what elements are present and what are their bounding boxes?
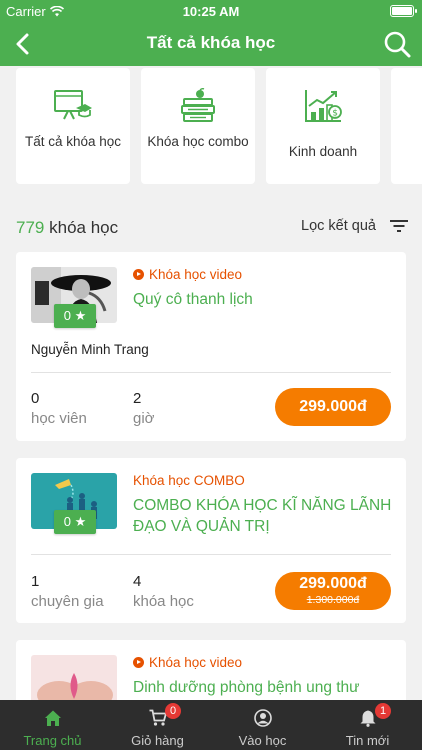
course-stat-students: 0 học viên bbox=[31, 389, 87, 429]
category-label: Khóa học combo bbox=[147, 134, 249, 149]
book-stack-icon bbox=[181, 88, 215, 122]
results-summary: 779 khóa học Lọc kết quả bbox=[16, 216, 408, 240]
category-all-courses[interactable]: Tất cả khóa học bbox=[16, 68, 130, 184]
tab-label: Trang chủ bbox=[23, 733, 82, 748]
filter-label: Lọc kết quả bbox=[301, 218, 376, 234]
category-more[interactable] bbox=[391, 68, 422, 184]
svg-text:$: $ bbox=[332, 109, 338, 119]
category-label: Kinh doanh bbox=[288, 144, 358, 159]
rating-value: 0 bbox=[63, 308, 71, 323]
app-header: Carrier 10:25 AM Tất cả khóa học bbox=[0, 0, 422, 66]
home-icon bbox=[45, 710, 61, 726]
presentation-board-icon bbox=[54, 90, 92, 120]
course-type: Khóa học video bbox=[133, 655, 242, 670]
tab-home[interactable]: Trang chủ bbox=[0, 700, 105, 750]
star-icon: ★ bbox=[74, 514, 87, 529]
course-author: Nguyễn Minh Trang bbox=[31, 342, 149, 357]
stat-label: học viên bbox=[31, 410, 87, 427]
play-icon bbox=[133, 269, 144, 280]
course-count-number: 779 bbox=[16, 218, 45, 237]
course-title[interactable]: Dinh dưỡng phòng bệnh ung thư bbox=[133, 677, 396, 698]
filter-button[interactable]: Lọc kết quả bbox=[301, 218, 408, 234]
stat-value: 4 bbox=[133, 573, 142, 590]
status-time: 10:25 AM bbox=[182, 4, 240, 19]
stat-label: khóa học bbox=[133, 593, 194, 610]
course-title[interactable]: Quý cô thanh lịch bbox=[133, 289, 396, 310]
cart-badge: 0 bbox=[165, 703, 181, 719]
course-count-label: khóa học bbox=[49, 218, 119, 237]
category-label: Tất cả khóa học bbox=[24, 134, 122, 149]
tab-label: Giỏ hàng bbox=[131, 733, 184, 748]
course-type-label: Khóa học COMBO bbox=[133, 473, 245, 488]
stat-label: chuyên gia bbox=[31, 593, 104, 610]
course-type: Khóa học video bbox=[133, 267, 242, 282]
old-price: 1.300.000đ bbox=[306, 594, 360, 606]
growth-chart-icon: $ bbox=[305, 90, 342, 122]
news-badge: 1 bbox=[375, 703, 391, 719]
course-stat-experts: 1 chuyên gia bbox=[31, 572, 104, 612]
play-icon bbox=[133, 657, 144, 668]
course-type: Khóa học COMBO bbox=[133, 473, 245, 488]
rating-badge: 0 ★ bbox=[54, 304, 96, 328]
stat-value: 1 bbox=[31, 573, 40, 590]
battery-icon bbox=[390, 5, 417, 17]
divider bbox=[31, 554, 391, 555]
tab-label: Vào học bbox=[238, 733, 287, 748]
course-stat-courses: 4 khóa học bbox=[133, 572, 194, 612]
price-button[interactable]: 299.000đ 1.300.000đ bbox=[275, 572, 391, 610]
course-stat-hours: 2 giờ bbox=[133, 389, 155, 429]
star-icon: ★ bbox=[74, 308, 87, 323]
search-icon[interactable] bbox=[382, 29, 412, 59]
stat-value: 2 bbox=[133, 390, 142, 407]
course-card[interactable]: 0 ★ Khóa học video Quý cô thanh lịch Ngu… bbox=[16, 252, 406, 441]
stat-value: 0 bbox=[31, 390, 40, 407]
tab-cart[interactable]: 0 Giỏ hàng bbox=[105, 700, 210, 750]
course-count: 779 khóa học bbox=[16, 218, 118, 238]
course-title[interactable]: COMBO KHÓA HỌC KĨ NĂNG LÃNH ĐẠO VÀ QUẢN … bbox=[133, 495, 396, 537]
course-type-label: Khóa học video bbox=[149, 655, 243, 670]
divider bbox=[31, 372, 391, 373]
filter-icon bbox=[390, 220, 408, 232]
course-type-label: Khóa học video bbox=[149, 267, 243, 282]
category-combo[interactable]: Khóa học combo bbox=[141, 68, 255, 184]
category-carousel: Tất cả khóa học Khóa học combo $ Kinh do… bbox=[0, 66, 422, 190]
price-button[interactable]: 299.000đ bbox=[275, 388, 391, 426]
stat-label: giờ bbox=[133, 410, 155, 427]
price-value: 299.000đ bbox=[299, 575, 367, 592]
status-bar: Carrier 10:25 AM bbox=[0, 0, 422, 22]
page-title: Tất cả khóa học bbox=[146, 33, 276, 52]
user-icon bbox=[254, 709, 272, 727]
rating-badge: 0 ★ bbox=[54, 510, 96, 534]
category-business[interactable]: $ Kinh doanh bbox=[266, 68, 380, 184]
course-card[interactable]: 0 ★ Khóa học COMBO COMBO KHÓA HỌC KĨ NĂN… bbox=[16, 458, 406, 623]
nav-bar: Tất cả khóa học bbox=[0, 22, 422, 66]
tab-news[interactable]: 1 Tin mới bbox=[315, 700, 420, 750]
rating-value: 0 bbox=[63, 514, 71, 529]
bottom-tab-bar: Trang chủ 0 Giỏ hàng Vào học 1 Tin mới bbox=[0, 700, 422, 750]
tab-learn[interactable]: Vào học bbox=[210, 700, 315, 750]
tab-label: Tin mới bbox=[345, 733, 390, 748]
